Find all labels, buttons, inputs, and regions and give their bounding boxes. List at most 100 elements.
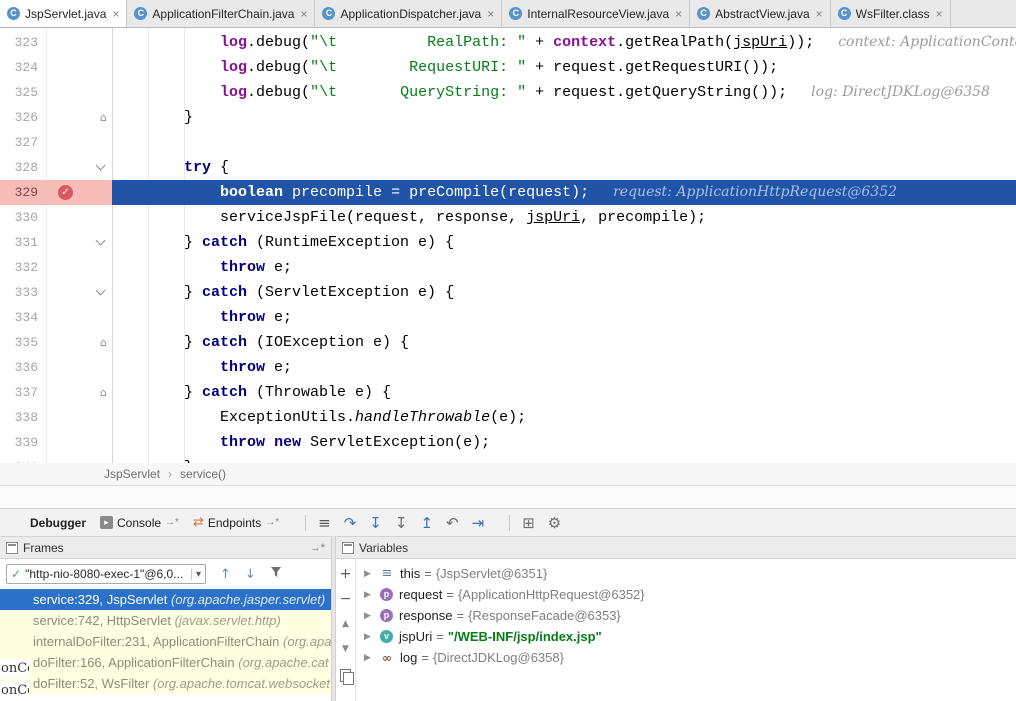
gutter-breakpoint-area[interactable] xyxy=(46,205,112,230)
gutter-breakpoint-area[interactable]: ⌂ xyxy=(46,380,112,405)
drop-frame-icon[interactable]: ↶ xyxy=(446,509,459,537)
gutter-breakpoint-area[interactable] xyxy=(46,305,112,330)
fold-end-icon[interactable]: ⌂ xyxy=(100,380,107,405)
variable-row[interactable]: ▶ p response = {ResponseFacade@6353} xyxy=(356,605,1016,626)
code-line[interactable]: log.debug("\t RealPath: " + context.getR… xyxy=(112,30,1016,55)
force-step-into-icon[interactable]: ↧ xyxy=(395,509,408,537)
step-into-icon[interactable]: ↧ xyxy=(369,509,382,537)
editor-tab-jspservlet[interactable]: C JspServlet.java × xyxy=(0,0,127,27)
expand-chevron-icon[interactable]: ▶ xyxy=(364,590,378,600)
move-up-icon[interactable]: ▲ xyxy=(342,617,349,631)
code-line[interactable]: boolean precompile = preCompile(request)… xyxy=(112,180,1016,205)
remove-watch-icon[interactable]: − xyxy=(340,592,352,606)
expand-chevron-icon[interactable]: ▶ xyxy=(364,611,378,621)
gutter-breakpoint-area[interactable] xyxy=(46,355,112,380)
tab-close-icon[interactable]: × xyxy=(112,8,119,20)
tab-close-icon[interactable]: × xyxy=(675,8,682,20)
copy-icon[interactable] xyxy=(340,669,351,682)
add-watch-icon[interactable]: + xyxy=(340,567,352,581)
breadcrumb-class[interactable]: JspServlet xyxy=(104,467,160,481)
variable-row[interactable]: ▶ ∞ log = {DirectJDKLog@6358} xyxy=(356,647,1016,668)
fold-start-icon[interactable] xyxy=(96,161,106,171)
code-line[interactable]: throw e; xyxy=(112,305,1016,330)
previous-frame-icon[interactable]: ↑ xyxy=(220,567,231,582)
code-line[interactable]: ExceptionUtils.handleThrowable(e); xyxy=(112,405,1016,430)
code-line[interactable]: throw e; xyxy=(112,255,1016,280)
gutter-breakpoint-area[interactable] xyxy=(46,155,112,180)
next-frame-icon[interactable]: ↓ xyxy=(245,567,256,582)
frame-package: (javax.servlet.http) xyxy=(175,613,281,628)
gutter-breakpoint-area[interactable] xyxy=(46,430,112,455)
code-line[interactable]: } catch (IOException e) { xyxy=(112,330,1016,355)
gutter-breakpoint-area[interactable] xyxy=(46,280,112,305)
code-line[interactable] xyxy=(112,130,1016,155)
fold-start-icon[interactable] xyxy=(96,236,106,246)
editor-tab-applicationdispatcher[interactable]: C ApplicationDispatcher.java × xyxy=(315,0,502,27)
gutter-breakpoint-area[interactable]: ⌂ xyxy=(46,330,112,355)
filter-funnel-icon[interactable] xyxy=(270,566,282,582)
gutter-breakpoint-area[interactable]: ✓ xyxy=(46,180,112,205)
code-line[interactable]: log.debug("\t QueryString: " + request.g… xyxy=(112,80,1016,105)
code-line[interactable]: throw new ServletException(e); xyxy=(112,430,1016,455)
line-number: 336 xyxy=(0,355,46,380)
code-line[interactable]: } catch (Throwable e) { xyxy=(112,380,1016,405)
step-out-icon[interactable]: ↥ xyxy=(420,509,433,537)
breadcrumb-method[interactable]: service() xyxy=(180,467,226,481)
code-line[interactable]: } catch (ServletException e) { xyxy=(112,280,1016,305)
variable-row[interactable]: ▶ p request = {ApplicationHttpRequest@63… xyxy=(356,584,1016,605)
tab-close-icon[interactable]: × xyxy=(487,8,494,20)
stack-frame-row[interactable]: doFilter:166, ApplicationFilterChain (or… xyxy=(0,652,331,673)
tab-debugger[interactable]: Debugger xyxy=(30,516,86,530)
editor-tab-internalresourceview[interactable]: C InternalResourceView.java × xyxy=(502,0,690,27)
gutter-breakpoint-area[interactable] xyxy=(46,255,112,280)
variable-row[interactable]: ▶ ≡ this = {JspServlet@6351} xyxy=(356,563,1016,584)
code-editor[interactable]: 323 log.debug("\t RealPath: " + context.… xyxy=(0,28,1016,463)
tab-close-icon[interactable]: × xyxy=(300,8,307,20)
editor-tab-abstractview[interactable]: C AbstractView.java × xyxy=(690,0,831,27)
gutter-breakpoint-area[interactable] xyxy=(46,80,112,105)
step-over-icon[interactable]: ↷ xyxy=(344,509,357,537)
code-line[interactable]: throw e; xyxy=(112,355,1016,380)
editor-tab-applicationfilterchain[interactable]: C ApplicationFilterChain.java × xyxy=(127,0,315,27)
code-line[interactable]: } catch (RuntimeException e) { xyxy=(112,230,1016,255)
gutter-breakpoint-area[interactable] xyxy=(46,230,112,255)
code-line[interactable]: serviceJspFile(request, response, jspUri… xyxy=(112,205,1016,230)
fold-end-icon[interactable]: ⌂ xyxy=(100,330,107,355)
layout-menu-icon[interactable]: ≡ xyxy=(318,509,331,537)
code-token: .getRealPath( xyxy=(616,34,733,51)
tab-close-icon[interactable]: × xyxy=(936,8,943,20)
expand-chevron-icon[interactable]: ▶ xyxy=(364,653,378,663)
settings-icon[interactable]: ⚙ xyxy=(548,509,561,537)
move-down-icon[interactable]: ▼ xyxy=(342,642,349,656)
thread-dropdown[interactable]: ✓ "http-nio-8080-exec-1"@6,0... ▾ xyxy=(6,564,206,584)
code-line[interactable]: try { xyxy=(112,155,1016,180)
stack-frame-row[interactable]: service:329, JspServlet (org.apache.jasp… xyxy=(0,589,331,610)
breakpoint-icon[interactable]: ✓ xyxy=(58,185,73,200)
code-line[interactable]: } xyxy=(112,455,1016,463)
code-token: + request.getQueryString()); xyxy=(526,84,787,101)
hide-panel-icon[interactable]: →* xyxy=(310,542,325,554)
fold-end-icon[interactable]: ⌂ xyxy=(100,105,107,130)
expand-chevron-icon[interactable]: ▶ xyxy=(364,632,378,642)
table-view-icon[interactable]: ⊞ xyxy=(522,509,535,537)
fold-start-icon[interactable] xyxy=(96,286,106,296)
tab-endpoints[interactable]: ⇄ Endpoints →* xyxy=(193,515,279,530)
variable-row[interactable]: ▶ v jspUri = "/WEB-INF/jsp/index.jsp" xyxy=(356,626,1016,647)
code-token: (RuntimeException e) { xyxy=(247,234,454,251)
gutter-breakpoint-area[interactable] xyxy=(46,405,112,430)
tab-close-icon[interactable]: × xyxy=(816,8,823,20)
gutter-breakpoint-area[interactable]: ⌂ xyxy=(46,105,112,130)
tab-console[interactable]: ▸ Console →* xyxy=(100,516,179,530)
expand-chevron-icon[interactable]: ▶ xyxy=(364,569,378,579)
editor-tab-wsfilter[interactable]: C WsFilter.class × xyxy=(831,0,951,27)
gutter-breakpoint-area[interactable] xyxy=(46,30,112,55)
stack-frame-row[interactable]: service:742, HttpServlet (javax.servlet.… xyxy=(0,610,331,631)
run-to-cursor-icon[interactable]: ⇥ xyxy=(472,509,485,537)
gutter-breakpoint-area[interactable] xyxy=(46,55,112,80)
code-line[interactable]: log.debug("\t RequestURI: " + request.ge… xyxy=(112,55,1016,80)
stack-frame-row[interactable]: internalDoFilter:231, ApplicationFilterC… xyxy=(0,631,331,652)
gutter-breakpoint-area[interactable] xyxy=(46,130,112,155)
stack-frame-row[interactable]: doFilter:52, WsFilter (org.apache.tomcat… xyxy=(0,673,331,694)
gutter-breakpoint-area[interactable] xyxy=(46,455,112,463)
code-line[interactable]: } xyxy=(112,105,1016,130)
